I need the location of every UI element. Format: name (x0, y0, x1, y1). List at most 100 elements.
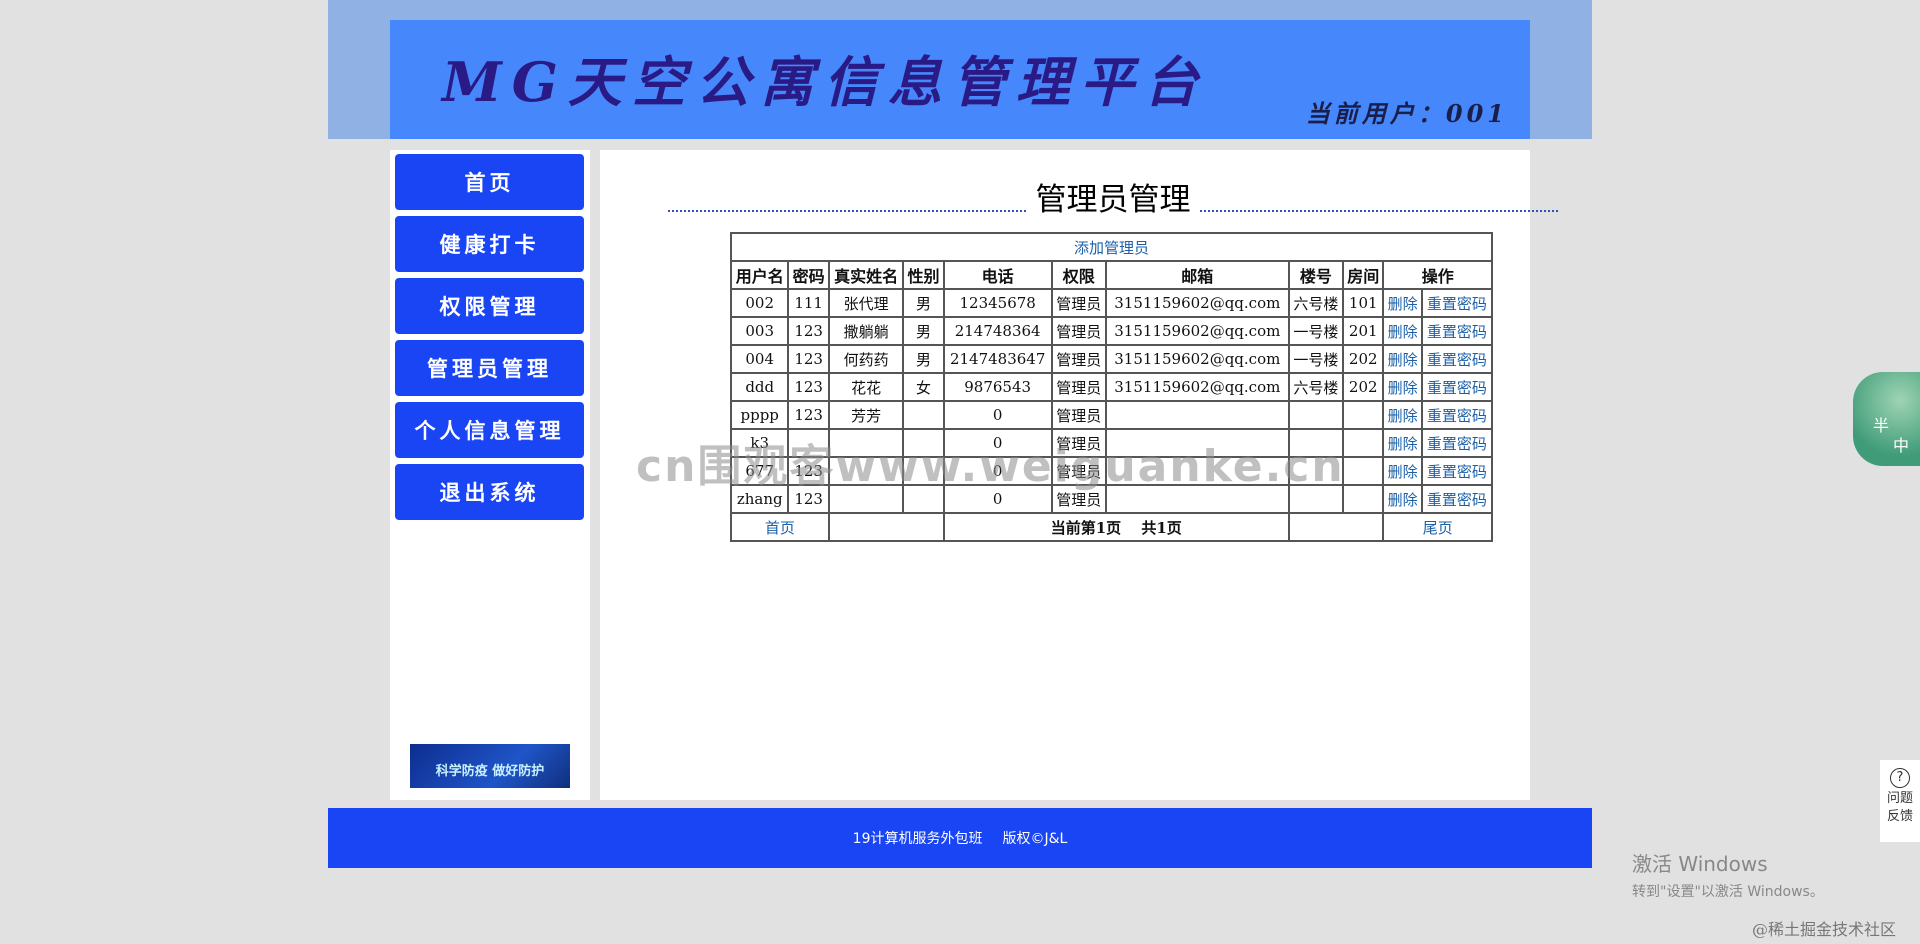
cell-username: 004 (729, 344, 790, 374)
cell-gender (902, 428, 945, 458)
cell-role: 管理员 (1050, 400, 1107, 430)
delete-link[interactable]: 删除 (1388, 351, 1418, 369)
column-header: 密码 (787, 260, 830, 290)
sidebar-item-permissions[interactable]: 权限管理 (395, 278, 584, 334)
sidebar-item-health-checkin[interactable]: 健康打卡 (395, 216, 584, 272)
pager-first-link[interactable]: 首页 (765, 519, 795, 537)
cell-building: 六号楼 (1287, 372, 1345, 402)
cell-role: 管理员 (1050, 428, 1107, 458)
table-row: 002 111 张代理男 12345678 管理员 3151159602@qq.com 六号… (729, 288, 1494, 318)
header-banner: MG天空公寓信息管理平台 当前用户：001 (390, 20, 1530, 139)
cell-username: ddd (729, 372, 790, 402)
question-icon: ? (1890, 768, 1910, 788)
cell-gender: 男 (902, 344, 945, 374)
community-watermark: @稀土掘金技术社区 (1752, 920, 1897, 939)
cell-password: 123 (787, 456, 830, 486)
delete-link[interactable]: 删除 (1388, 491, 1418, 509)
table-body: 002 111 张代理男 12345678 管理员 3151159602@qq.com 六号… (729, 288, 1494, 514)
reset-password-link[interactable]: 重置密码 (1427, 351, 1487, 369)
page-title-row: 管理员管理 (668, 174, 1558, 218)
feedback-widget[interactable]: ? 问题反馈 (1880, 760, 1920, 842)
reset-password-link[interactable]: 重置密码 (1427, 435, 1487, 453)
cell-building (1287, 484, 1345, 514)
cell-phone: 0 (942, 400, 1053, 430)
cell-username: 002 (729, 288, 790, 318)
reset-password-link[interactable]: 重置密码 (1427, 295, 1487, 313)
cell-role: 管理员 (1050, 288, 1107, 318)
cell-phone: 0 (942, 456, 1053, 486)
cell-role: 管理员 (1050, 316, 1107, 346)
cell-room: 202 (1342, 372, 1385, 402)
column-header: 楼号 (1287, 260, 1345, 290)
cell-email (1104, 400, 1290, 430)
delete-link[interactable]: 删除 (1388, 435, 1418, 453)
delete-link[interactable]: 删除 (1388, 295, 1418, 313)
cell-room: 202 (1342, 344, 1385, 374)
page-wrapper: MG天空公寓信息管理平台 当前用户：001 首页 健康打卡 权限管理 管理员管理… (328, 0, 1592, 868)
cell-room (1342, 456, 1385, 486)
cell-password: 111 (787, 288, 830, 318)
table-row: k3 0 管理员 删除 重置密码 (729, 428, 1494, 458)
column-header: 权限 (1050, 260, 1107, 290)
cell-phone: 12345678 (942, 288, 1053, 318)
column-header: 真实姓名 (827, 260, 905, 290)
reset-password-link[interactable]: 重置密码 (1427, 407, 1487, 425)
sidebar-item-personal-info[interactable]: 个人信息管理 (395, 402, 584, 458)
site-title: MG天空公寓信息管理平台 (442, 50, 1208, 114)
delete-link[interactable]: 删除 (1388, 323, 1418, 341)
table-toolbar-row: 添加管理员 (730, 232, 1493, 262)
cell-realname: 何药药 (827, 344, 905, 374)
cell-role: 管理员 (1050, 456, 1107, 486)
cell-building (1287, 428, 1345, 458)
cell-gender (902, 484, 945, 514)
ime-float-widget[interactable]: 半 中 (1853, 372, 1920, 466)
table-row: zhang 123 0 管理员 删除 重置密码 (729, 484, 1494, 514)
delete-link[interactable]: 删除 (1388, 463, 1418, 481)
cell-room (1342, 400, 1385, 430)
delete-link[interactable]: 删除 (1388, 407, 1418, 425)
cell-username: k3 (729, 428, 790, 458)
cell-gender: 男 (902, 288, 945, 318)
reset-password-link[interactable]: 重置密码 (1427, 379, 1487, 397)
cell-email: 3151159602@qq.com (1104, 372, 1290, 402)
sidebar: 首页 健康打卡 权限管理 管理员管理 个人信息管理 退出系统 科学防疫 做好防护 (390, 150, 590, 800)
cell-role: 管理员 (1050, 344, 1107, 374)
delete-link[interactable]: 删除 (1388, 379, 1418, 397)
header: MG天空公寓信息管理平台 当前用户：001 (328, 0, 1592, 139)
cell-username: pppp (729, 400, 790, 430)
table-row: pppp 123 芳芳 0 管理员 删除 重置密码 (729, 400, 1494, 430)
reset-password-link[interactable]: 重置密码 (1427, 491, 1487, 509)
reset-password-link[interactable]: 重置密码 (1427, 323, 1487, 341)
cell-realname: 花花 (827, 372, 905, 402)
pager-status: 当前第1页 共1页 (942, 512, 1290, 542)
reset-password-link[interactable]: 重置密码 (1427, 463, 1487, 481)
table-row: 003 123 撒躺躺男 214748364 管理员 3151159602@qq.com 一… (729, 316, 1494, 346)
cell-email: 3151159602@qq.com (1104, 288, 1290, 318)
cell-password: 123 (787, 344, 830, 374)
sidebar-item-home[interactable]: 首页 (395, 154, 584, 210)
cell-realname (827, 456, 905, 486)
cell-phone: 0 (942, 428, 1053, 458)
cell-room (1342, 428, 1385, 458)
cell-building: 一号楼 (1287, 316, 1345, 346)
cell-email (1104, 484, 1290, 514)
main-content: 管理员管理 添加管理员 用户名 密码 真实姓名 性别 电话 权限 邮箱 楼号 房… (600, 150, 1558, 800)
cell-gender (902, 456, 945, 486)
cell-phone: 214748364 (942, 316, 1053, 346)
table-row: ddd 123 花花女 9876543 管理员 3151159602@qq.com 六号楼 2… (729, 372, 1494, 402)
column-header: 邮箱 (1104, 260, 1290, 290)
widget-label-top: 半 (1873, 416, 1890, 435)
cell-phone: 9876543 (942, 372, 1053, 402)
cell-phone: 2147483647 (942, 344, 1053, 374)
epidemic-banner: 科学防疫 做好防护 (410, 744, 570, 788)
sidebar-item-admin-management[interactable]: 管理员管理 (395, 340, 584, 396)
add-admin-link[interactable]: 添加管理员 (1074, 239, 1149, 257)
widget-label-bottom: 中 (1893, 436, 1910, 455)
cell-building (1287, 456, 1345, 486)
admin-table: 添加管理员 用户名 密码 真实姓名 性别 电话 权限 邮箱 楼号 房间 操作 0… (729, 232, 1494, 542)
pager-last-link[interactable]: 尾页 (1423, 519, 1453, 537)
sidebar-item-logout[interactable]: 退出系统 (395, 464, 584, 520)
footer-copyright: 版权©J&L (1002, 831, 1068, 847)
cell-username: zhang (729, 484, 790, 514)
cell-realname: 撒躺躺 (827, 316, 905, 346)
